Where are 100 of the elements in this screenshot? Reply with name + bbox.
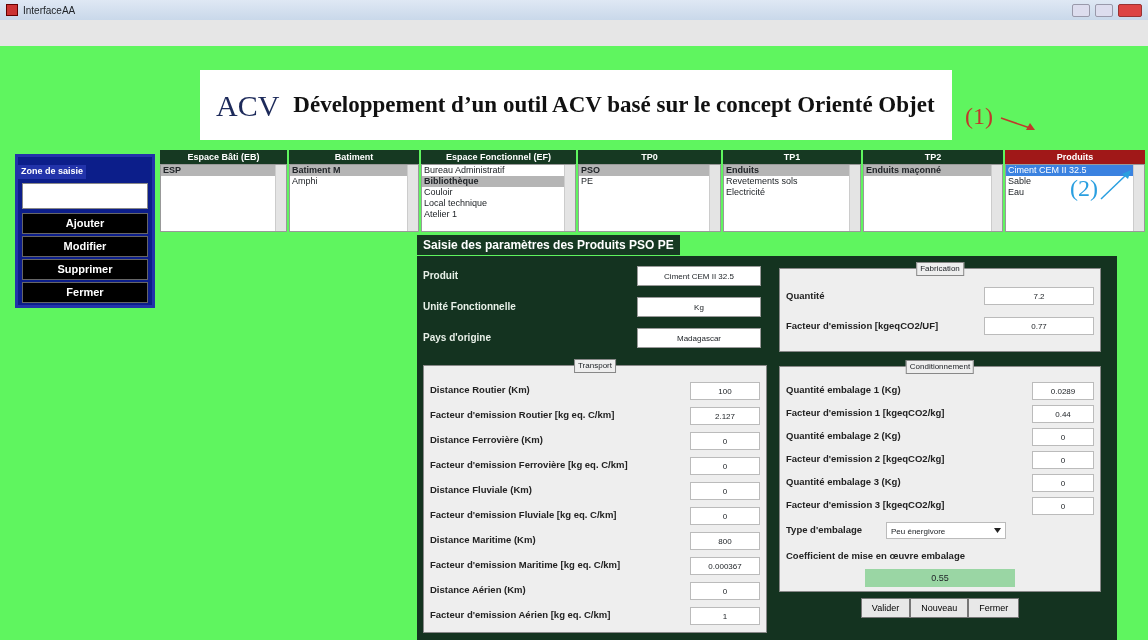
minimize-button[interactable] [1072, 3, 1090, 17]
list-item[interactable]: Batiment M [290, 165, 407, 176]
list-item[interactable]: Enduits maçonné [864, 165, 991, 176]
annotation-arrow [1100, 170, 1132, 200]
field-label: Facteur d'emission Aérien [kg eq. C/km] [430, 608, 611, 623]
action-button[interactable]: Fermer [22, 282, 148, 303]
value-field[interactable]: 100 [690, 381, 760, 400]
field-label: Facteur d'emission [kgeqCO2/UF] [786, 318, 939, 333]
list-item[interactable]: Eau [1006, 187, 1026, 198]
list-header: TP2 [863, 150, 1003, 164]
field-label: Type d'embalage [786, 522, 862, 537]
field-label: Facteur d'emission 3 [kgeqCO2/kg] [786, 498, 945, 513]
value-field[interactable]: 0 [690, 481, 760, 500]
field-label: Distance Fluviale (Km) [430, 483, 532, 498]
value-field[interactable]: 0.0289 [1032, 381, 1094, 400]
field-label: Facteur d'emission Ferrovière [kg eq. C/km] [430, 458, 628, 473]
value-field[interactable]: 0 [690, 431, 760, 450]
app-icon [6, 4, 18, 16]
scrollbar[interactable] [407, 165, 418, 231]
list-header: Espace Fonctionnel (EF) [421, 150, 576, 164]
value-field[interactable]: Ciment CEM II 32.5 [637, 265, 761, 286]
maximize-button[interactable] [1095, 3, 1113, 17]
value-field[interactable]: 0.44 [1032, 404, 1094, 423]
value-field[interactable]: 0 [1032, 450, 1094, 469]
window-title: InterfaceAA [23, 3, 76, 18]
list-item[interactable]: Revetements sols [724, 176, 800, 187]
value-field[interactable]: 0 [690, 506, 760, 525]
value-field[interactable]: Kg [637, 296, 761, 317]
input-field[interactable] [22, 183, 148, 209]
scrollbar[interactable] [564, 165, 575, 231]
field-label: Facteur d'emission Maritime [kg eq. C/km] [430, 558, 621, 573]
value-field[interactable]: 0 [690, 581, 760, 600]
scrollbar[interactable] [709, 165, 720, 231]
list-header: Espace Bâti (EB) [160, 150, 287, 164]
list-item[interactable]: Enduits [724, 165, 849, 176]
field-label: Quantité embalage 2 (Kg) [786, 429, 901, 444]
list-item[interactable]: Atelier 1 [422, 209, 460, 220]
list-header: TP1 [723, 150, 861, 164]
list-header: TP0 [578, 150, 721, 164]
caret-icon [994, 527, 1001, 533]
action-button[interactable]: Modifier [22, 236, 148, 257]
value-field[interactable]: 1 [690, 606, 760, 625]
list-item[interactable]: PE [579, 176, 595, 187]
dropdown[interactable]: Peu énergivore [886, 521, 1006, 539]
field-label: Distance Ferrovière (Km) [430, 433, 543, 448]
list-item[interactable]: Amphi [290, 176, 320, 187]
banner-title: Développement d’un outil ACV basé sur le concept Orienté Objet [293, 90, 935, 119]
list-header: Produits [1005, 150, 1145, 164]
scrollbar[interactable] [1133, 165, 1144, 231]
logo-text: ACV [216, 87, 280, 124]
group-title: Fabrication [916, 262, 964, 276]
list-item[interactable]: Electricité [724, 187, 767, 198]
dialog-button[interactable]: Valider [860, 598, 911, 619]
field-label: Facteur d'emission Routier [kg eq. C/km] [430, 408, 615, 423]
annotation-arrow [1000, 116, 1036, 132]
field-label: Quantité [786, 288, 825, 303]
scrollbar[interactable] [849, 165, 860, 231]
field-label: Facteur d'emission 1 [kgeqCO2/kg] [786, 406, 945, 421]
group-title: Conditionnement [905, 360, 975, 374]
annotation-label: (1) [965, 104, 993, 128]
field-label: Quantité embalage 1 (Kg) [786, 383, 901, 398]
dialog-button[interactable]: Nouveau [910, 598, 969, 619]
list-item[interactable]: Couloir [422, 187, 455, 198]
field-label: Unité Fonctionnelle [423, 300, 516, 314]
list-item[interactable]: Bureau Administratif [422, 165, 507, 176]
panel-title: Zone de saisie [18, 165, 87, 179]
field-label: Produit [423, 269, 458, 283]
value-field[interactable]: 0.77 [984, 317, 1094, 335]
value-field[interactable]: 0 [1032, 473, 1094, 492]
value-field[interactable]: 0.000367 [690, 556, 760, 575]
field-label: Coefficient de mise en œuvre embalage [786, 549, 966, 563]
action-button[interactable]: Supprimer [22, 259, 148, 280]
value-field[interactable]: 7.2 [984, 287, 1094, 305]
list-item[interactable]: ESP [161, 165, 275, 176]
value-field[interactable]: 0 [1032, 427, 1094, 446]
list-item[interactable]: Bibliothèque [422, 176, 564, 187]
scrollbar[interactable] [991, 165, 1002, 231]
value-field[interactable]: 2.127 [690, 406, 760, 425]
result-field: 0.55 [865, 569, 1015, 588]
field-label: Pays d'origine [423, 331, 491, 345]
close-button[interactable] [1118, 3, 1142, 17]
value-field[interactable]: 0 [690, 456, 760, 475]
list-item[interactable]: Ciment CEM II 32.5 [1006, 165, 1133, 176]
dialog-button[interactable]: Fermer [968, 598, 1020, 619]
annotation-label: (2) [1070, 176, 1098, 200]
list-item[interactable]: Sable [1006, 176, 1034, 187]
field-label: Facteur d'emission 2 [kgeqCO2/kg] [786, 452, 945, 467]
dialog-title: Saisie des paramètres des Produits PSO PE [417, 235, 680, 255]
field-label: Facteur d'emission Fluviale [kg eq. C/km] [430, 508, 617, 523]
field-label: Distance Aérien (Km) [430, 583, 526, 598]
action-button[interactable]: Ajouter [22, 213, 148, 234]
field-label: Distance Maritime (Km) [430, 533, 536, 548]
value-field[interactable]: Madagascar [637, 327, 761, 348]
list-item[interactable]: Local technique [422, 198, 490, 209]
value-field[interactable]: 800 [690, 531, 760, 550]
field-label: Quantité embalage 3 (Kg) [786, 475, 901, 490]
list-item[interactable]: PSO [579, 165, 709, 176]
field-label: Distance Routier (Km) [430, 383, 530, 398]
scrollbar[interactable] [275, 165, 286, 231]
value-field[interactable]: 0 [1032, 496, 1094, 515]
